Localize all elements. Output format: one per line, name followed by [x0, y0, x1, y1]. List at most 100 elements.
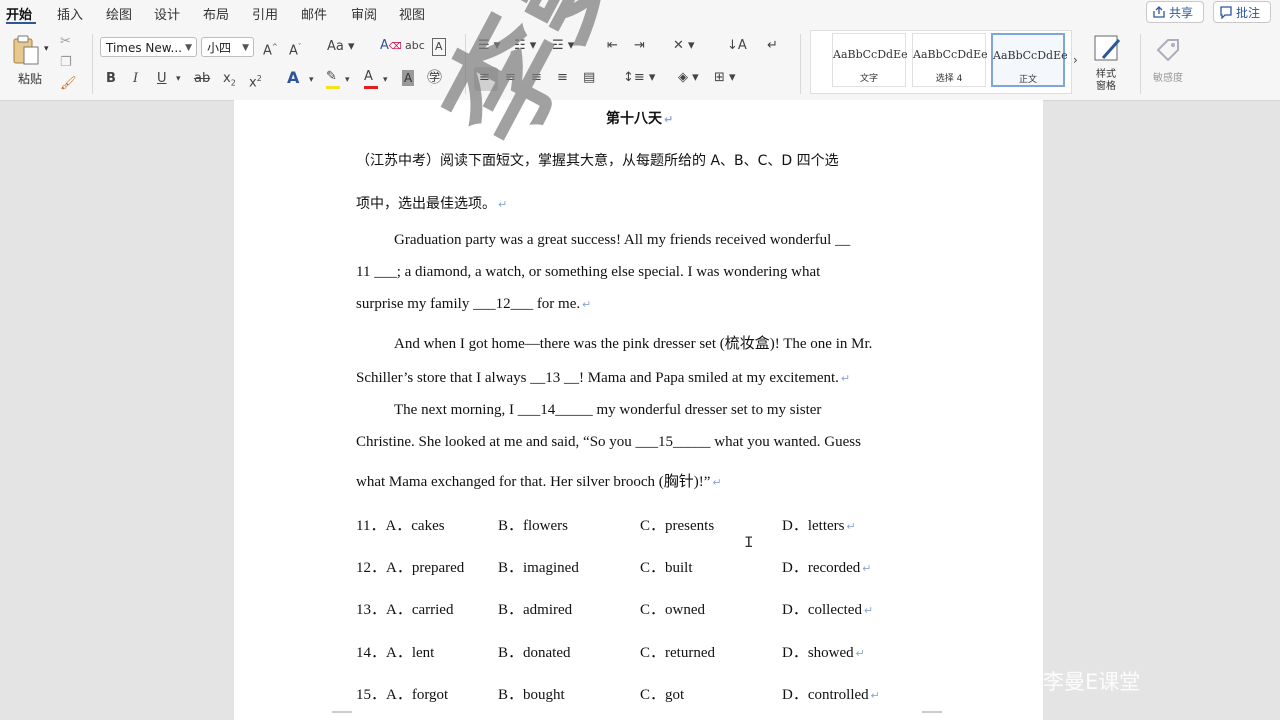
comment-icon	[1220, 6, 1232, 19]
text-effects-icon[interactable]: A	[287, 70, 299, 86]
style-sample: AaBbCcDdEe	[833, 48, 908, 61]
paste-label: 粘贴	[18, 72, 43, 86]
font-name-value: Times New...	[106, 41, 182, 55]
tab-home[interactable]: 开始	[6, 4, 32, 23]
style-wenzi[interactable]: AaBbCcDdEe 文字	[832, 33, 908, 87]
clear-formatting-icon[interactable]: A⌫	[380, 38, 402, 55]
styles-pane-icon[interactable]	[1093, 34, 1123, 64]
tab-mailings[interactable]: 邮件	[301, 4, 327, 23]
style-xuanze4[interactable]: AaBbCcDdEe 选择 4	[912, 33, 988, 87]
tab-layout[interactable]: 布局	[203, 4, 229, 23]
highlight-dropdown-icon[interactable]: ▾	[345, 72, 350, 88]
line-spacing-icon[interactable]: ↕≡ ▾	[623, 70, 655, 86]
shading-icon[interactable]: ◈ ▾	[678, 70, 699, 86]
sensitivity-icon[interactable]	[1154, 34, 1184, 64]
tab-design[interactable]: 设计	[154, 4, 180, 23]
font-color-icon[interactable]: A	[364, 69, 378, 89]
style-sample: AaBbCcDdEe	[913, 48, 988, 61]
text-effects-dropdown-icon[interactable]: ▾	[309, 72, 314, 88]
option-d-text: D．controlled	[782, 687, 869, 703]
option-a: 11．A．cakes	[356, 518, 445, 534]
shrink-font-icon[interactable]: Aˇ	[289, 39, 301, 59]
passage-line: Graduation party was a great success! Al…	[394, 232, 851, 248]
intro-line-1: （江苏中考）阅读下面短文，掌握其大意，从每题所给的 A、B、C、D 四个选	[356, 153, 839, 169]
superscript-icon[interactable]: x2	[249, 71, 262, 91]
share-button[interactable]: 共享	[1146, 1, 1204, 23]
margin-corner-mark	[922, 711, 942, 713]
passage-line: what Mama exchanged for that. Her silver…	[356, 470, 722, 491]
italic-icon[interactable]: I	[133, 71, 138, 87]
passage-line: The next morning, I ___14_____ my wonder…	[394, 402, 822, 418]
page-title: 第十八天 ↵	[606, 108, 673, 128]
styles-pane-label: 样式 窗格	[1096, 69, 1116, 92]
tab-references[interactable]: 引用	[252, 4, 278, 23]
option-b: B．admired	[498, 602, 573, 618]
font-name-select[interactable]: Times New... ▼	[100, 37, 197, 57]
paste-dropdown-icon[interactable]: ▾	[44, 44, 49, 54]
tab-insert[interactable]: 插入	[57, 4, 83, 23]
style-zhengwen[interactable]: AaBbCcDdEe 正文	[991, 33, 1068, 87]
paragraph-mark: ↵	[664, 113, 674, 126]
option-c: C．owned	[640, 602, 705, 618]
separator	[800, 34, 801, 94]
document-page[interactable]: 第十八天 ↵ （江苏中考）阅读下面短文，掌握其大意，从每题所给的 A、B、C、D …	[234, 100, 1043, 720]
cut-icon[interactable]: ✂	[60, 34, 71, 50]
tab-review[interactable]: 审阅	[351, 4, 377, 23]
paragraph-mark: ↵	[870, 690, 880, 702]
chevron-right-icon[interactable]: ›	[1073, 52, 1078, 68]
underline-icon[interactable]: U	[157, 71, 167, 87]
passage-line: 11 ___; a diamond, a watch, or something…	[356, 264, 821, 280]
tab-view[interactable]: 视图	[399, 4, 425, 23]
passage-line: Christine. She looked at me and said, “S…	[356, 434, 861, 450]
sensitivity-label: 敏感度	[1153, 73, 1183, 84]
copy-icon[interactable]: ❐	[60, 55, 72, 71]
page-title-text: 第十八天	[606, 111, 662, 127]
option-d-text: D．collected	[782, 602, 862, 618]
tab-draw[interactable]: 绘图	[106, 4, 132, 23]
option-c: C．got	[640, 687, 685, 703]
text-cursor-icon: I	[744, 534, 754, 552]
paste-icon[interactable]	[12, 35, 42, 67]
format-painter-icon[interactable]: 🖌	[60, 76, 77, 92]
sort-icon[interactable]: ↓A	[727, 38, 747, 54]
paragraph-mark: ↵	[582, 299, 592, 311]
option-a: 14．A．lent	[356, 645, 435, 661]
paragraph-mark: ↵	[498, 198, 508, 211]
option-d: D．letters ↵	[782, 514, 856, 535]
show-marks-icon[interactable]: ↵	[767, 38, 778, 54]
corner-watermark: 李曼E课堂	[1043, 670, 1141, 694]
comment-label: 批注	[1236, 6, 1261, 20]
intro-line-2-text: 项中，选出最佳选项。	[356, 196, 496, 212]
paragraph-mark: ↵	[855, 648, 865, 660]
asian-layout-icon[interactable]: ✕ ▾	[673, 38, 695, 54]
style-sample: AaBbCcDdEe	[993, 49, 1068, 62]
borders-icon[interactable]: ⊞ ▾	[714, 70, 736, 86]
comment-button[interactable]: 批注	[1213, 1, 1271, 23]
bold-icon[interactable]: B	[106, 71, 116, 87]
option-d: D．recorded ↵	[782, 556, 872, 577]
option-d: D．showed ↵	[782, 641, 865, 662]
grow-font-icon[interactable]: A^	[263, 39, 278, 59]
passage-line-text: surprise my family ___12___ for me.	[356, 296, 581, 312]
menu-bar: 开始 插入 绘图 设计 布局 引用 邮件 审阅 视图 共享 批注	[0, 0, 1280, 26]
active-tab-indicator	[6, 22, 36, 24]
option-c: C．built	[640, 560, 693, 576]
font-size-select[interactable]: 小四 ▼	[201, 37, 254, 57]
font-color-bar	[364, 86, 378, 89]
option-b: B．flowers	[498, 518, 568, 534]
option-b: B．donated	[498, 645, 571, 661]
option-a: 15．A．forgot	[356, 687, 449, 703]
highlight-icon[interactable]: ✎	[326, 69, 340, 89]
option-b: B．imagined	[498, 560, 579, 576]
subscript-icon[interactable]: x2	[223, 71, 236, 92]
increase-indent-icon[interactable]: ⇥	[634, 38, 645, 54]
paragraph-mark: ↵	[846, 521, 856, 533]
underline-dropdown-icon[interactable]: ▾	[176, 71, 181, 87]
change-case-icon[interactable]: Aa ▾	[327, 39, 355, 55]
highlight-color-bar	[326, 86, 340, 89]
font-color-dropdown-icon[interactable]: ▾	[383, 72, 388, 88]
strikethrough-icon[interactable]: ab	[194, 71, 210, 87]
font-size-value: 小四	[207, 41, 232, 55]
option-d-text: D．recorded	[782, 560, 861, 576]
option-c: C．presents	[640, 518, 715, 534]
